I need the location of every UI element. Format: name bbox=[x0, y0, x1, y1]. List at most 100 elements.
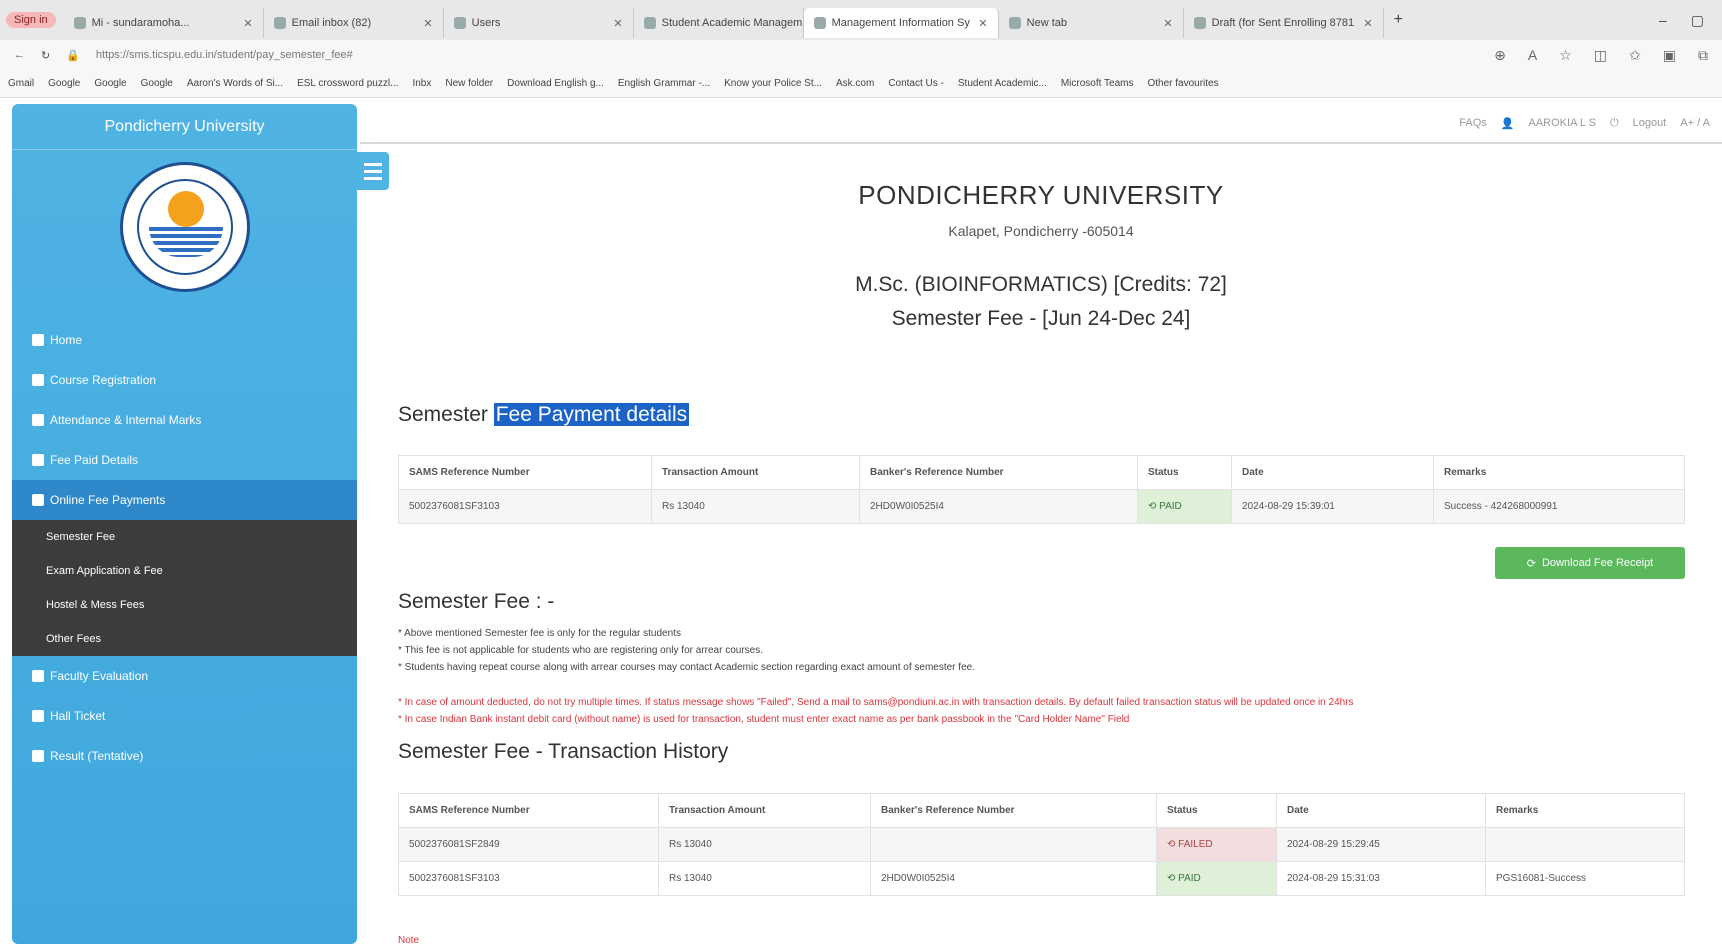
new-tab-icon[interactable]: + bbox=[1394, 11, 1403, 29]
sidebar-item-attendance[interactable]: Attendance & Internal Marks bbox=[12, 400, 357, 440]
favorites-icon[interactable]: ✩ bbox=[1629, 47, 1641, 64]
transaction-history-table: SAMS Reference Number Transaction Amount… bbox=[398, 793, 1685, 896]
close-tab-icon[interactable]: ✕ bbox=[1163, 17, 1172, 30]
browser-tab[interactable]: New tab ✕ bbox=[999, 8, 1184, 38]
sidebar-item-faculty-evaluation[interactable]: Faculty Evaluation bbox=[12, 656, 357, 696]
bookmark-item[interactable]: Contact Us - bbox=[888, 78, 944, 89]
bookmark-item[interactable]: English Grammar -... bbox=[618, 78, 710, 89]
transaction-history-title: Semester Fee - Transaction History bbox=[398, 740, 729, 763]
programme-title: M.Sc. (BIOINFORMATICS) [Credits: 72] bbox=[855, 273, 1227, 296]
table-row: 5002376081SF3103 Rs 13040 2HD0W0I0525I4 … bbox=[398, 861, 1685, 896]
browser-tab[interactable]: Users ✕ bbox=[444, 8, 634, 38]
bookmark-item[interactable]: Google bbox=[94, 78, 126, 89]
status-badge: ⟲ PAID bbox=[1137, 489, 1232, 524]
note-label: Note bbox=[398, 935, 420, 946]
rupee-icon bbox=[32, 454, 44, 466]
semester-fee-notes: * Above mentioned Semester fee is only f… bbox=[398, 628, 975, 673]
bookmark-item[interactable]: Ask.com bbox=[836, 78, 874, 89]
maximize-icon[interactable]: ▢ bbox=[1691, 12, 1704, 29]
faqs-link[interactable]: FAQs bbox=[1459, 117, 1487, 129]
semester-fee-title: Semester Fee : - bbox=[398, 590, 555, 613]
tab-favicon-icon bbox=[273, 17, 286, 29]
sidebar-item-hall-ticket[interactable]: Hall Ticket bbox=[12, 696, 357, 736]
bookmark-item[interactable]: Microsoft Teams bbox=[1061, 78, 1134, 89]
submenu-item-hostel-mess[interactable]: Hostel & Mess Fees bbox=[12, 588, 357, 622]
sidebar-item-online-fee-payments[interactable]: Online Fee Payments bbox=[12, 480, 357, 520]
split-screen-icon[interactable]: ◫ bbox=[1594, 47, 1607, 64]
address-bar: ← ↻ 🔒 https://sms.ticspu.edu.in/student/… bbox=[0, 40, 1722, 70]
font-size-toggle[interactable]: A+ / A bbox=[1680, 117, 1710, 129]
refresh-icon[interactable]: ↻ bbox=[41, 49, 50, 62]
ticket-icon bbox=[32, 710, 44, 722]
payment-details-table: SAMS Reference Number Transaction Amount… bbox=[398, 455, 1685, 524]
bookmark-item[interactable]: Gmail bbox=[8, 78, 34, 89]
power-icon: ⏻ bbox=[1609, 116, 1619, 129]
read-aloud-icon[interactable]: A bbox=[1528, 47, 1537, 64]
logout-link[interactable]: Logout bbox=[1633, 117, 1667, 129]
tab-favicon-icon bbox=[73, 17, 86, 29]
tab-favicon-icon bbox=[1193, 17, 1206, 29]
submenu-item-semester-fee[interactable]: Semester Fee bbox=[12, 520, 357, 554]
browser-tab-bar: Sign in Mi - sundaramoha... ✕ Email inbox… bbox=[0, 0, 1722, 40]
bookmark-item[interactable]: ESL crossword puzzl... bbox=[297, 78, 398, 89]
user-name-link[interactable]: AAROKIA L S bbox=[1529, 117, 1596, 129]
sidebar-item-fee-paid-details[interactable]: Fee Paid Details bbox=[12, 440, 357, 480]
university-logo bbox=[119, 162, 250, 292]
extensions-icon[interactable]: ⧉ bbox=[1698, 47, 1708, 64]
bookmark-item[interactable]: Google bbox=[141, 78, 173, 89]
tab-favicon-icon bbox=[1008, 17, 1021, 29]
payment-details-title: Semester Fee Payment details bbox=[398, 403, 690, 426]
tab-favicon-icon bbox=[813, 17, 826, 29]
card-icon bbox=[32, 494, 44, 506]
close-tab-icon[interactable]: ✕ bbox=[243, 17, 252, 30]
browser-tab[interactable]: Email inbox (82) ✕ bbox=[264, 8, 444, 38]
chart-icon bbox=[32, 750, 44, 762]
browser-tab-active[interactable]: Management Information Sy ✕ bbox=[803, 8, 999, 38]
tab-favicon-icon bbox=[643, 17, 656, 29]
sidebar-item-result[interactable]: Result (Tentative) bbox=[12, 736, 357, 776]
url-field[interactable]: https://sms.ticspu.edu.in/student/pay_se… bbox=[96, 49, 996, 61]
home-icon bbox=[32, 334, 44, 346]
browser-tab[interactable]: Draft (for Sent Enrolling 8781 ✕ bbox=[1184, 8, 1384, 38]
browser-tab[interactable]: Student Academic Managem✕ bbox=[634, 8, 804, 38]
close-tab-icon[interactable]: ✕ bbox=[1363, 17, 1372, 30]
bookmark-item[interactable]: Know your Police St... bbox=[724, 78, 822, 89]
payment-warnings: * In case of amount deducted, do not try… bbox=[398, 697, 1354, 725]
bookmark-item[interactable]: Inbx bbox=[412, 78, 431, 89]
close-tab-icon[interactable]: ✕ bbox=[613, 17, 622, 30]
signin-button[interactable]: Sign in bbox=[6, 12, 56, 28]
sidebar: Pondicherry University Home Course Regis… bbox=[12, 104, 357, 944]
bookmark-item[interactable]: New folder bbox=[445, 78, 493, 89]
download-fee-receipt-button[interactable]: ⟳ Download Fee Receipt bbox=[1495, 547, 1685, 579]
close-tab-icon[interactable]: ✕ bbox=[423, 17, 432, 30]
sidebar-brand[interactable]: Pondicherry University bbox=[12, 104, 357, 150]
close-tab-icon[interactable]: ✕ bbox=[978, 17, 987, 30]
sidebar-item-course-registration[interactable]: Course Registration bbox=[12, 360, 357, 400]
minimize-icon[interactable]: – bbox=[1659, 12, 1667, 29]
back-icon[interactable]: ← bbox=[14, 49, 25, 61]
sidebar-nav: Home Course Registration Attendance & In… bbox=[12, 320, 357, 776]
bookmark-item[interactable]: Download English g... bbox=[507, 78, 604, 89]
university-title: PONDICHERRY UNIVERSITY bbox=[858, 180, 1224, 210]
page-header: PONDICHERRY UNIVERSITY Kalapet, Pondiche… bbox=[360, 180, 1722, 331]
collections-icon[interactable]: ▣ bbox=[1663, 47, 1676, 64]
bookmark-item[interactable]: Other favourites bbox=[1147, 78, 1218, 89]
sidebar-item-home[interactable]: Home bbox=[12, 320, 357, 360]
table-icon bbox=[32, 414, 44, 426]
tab-favicon-icon bbox=[453, 17, 466, 29]
favorite-star-icon[interactable]: ☆ bbox=[1559, 47, 1572, 64]
book-icon bbox=[32, 374, 44, 386]
browser-tab[interactable]: Mi - sundaramoha... ✕ bbox=[64, 8, 264, 38]
submenu-item-exam-application[interactable]: Exam Application & Fee bbox=[12, 554, 357, 588]
status-badge: ⟲ FAILED bbox=[1156, 827, 1277, 862]
submenu-item-other-fees[interactable]: Other Fees bbox=[12, 622, 357, 656]
table-row: 5002376081SF2849 Rs 13040 ⟲ FAILED 2024-… bbox=[398, 827, 1685, 862]
bookmark-item[interactable]: Student Academic... bbox=[958, 78, 1047, 89]
bookmark-item[interactable]: Google bbox=[48, 78, 80, 89]
download-icon: ⟳ bbox=[1526, 557, 1536, 570]
zoom-icon[interactable]: ⊕ bbox=[1494, 47, 1506, 64]
table-header-row: SAMS Reference Number Transaction Amount… bbox=[398, 793, 1685, 828]
bookmark-item[interactable]: Aaron's Words of Si... bbox=[187, 78, 283, 89]
table-header-row: SAMS Reference Number Transaction Amount… bbox=[398, 455, 1685, 490]
lock-icon: 🔒 bbox=[66, 49, 80, 62]
